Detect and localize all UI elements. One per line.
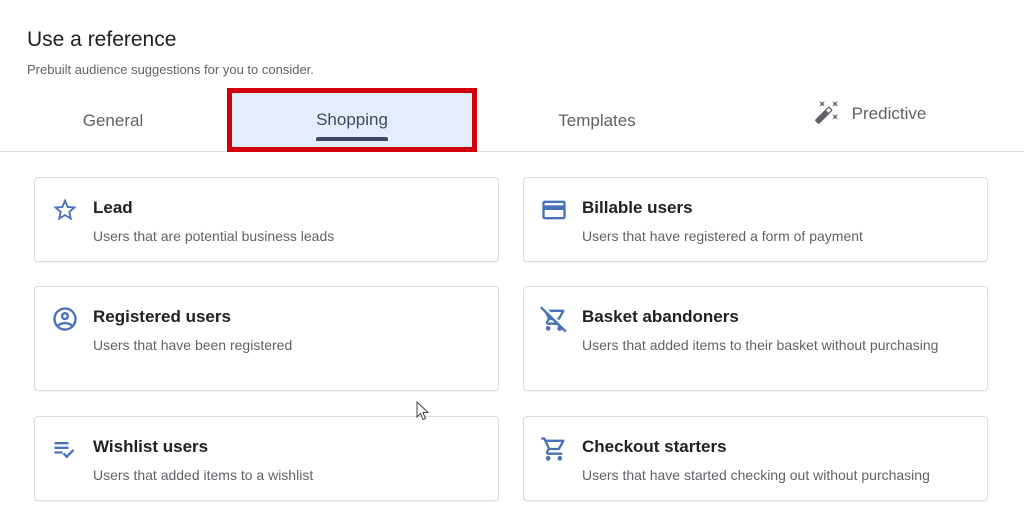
card-description: Users that added items to their basket w… <box>582 337 939 353</box>
tab-general[interactable]: General <box>40 89 186 153</box>
star-icon <box>51 196 79 224</box>
audience-card-registered-users[interactable]: Registered users Users that have been re… <box>34 286 499 391</box>
credit-card-icon <box>540 196 568 224</box>
card-description: Users that are potential business leads <box>93 228 335 244</box>
remove-shopping-cart-icon <box>540 305 568 333</box>
page-title: Use a reference <box>27 28 177 51</box>
magic-wand-icon <box>814 99 840 130</box>
audience-card-checkout-starters[interactable]: Checkout starters Users that have starte… <box>523 416 988 501</box>
playlist-check-icon <box>51 435 79 463</box>
tab-predictive[interactable]: Predictive <box>800 82 940 146</box>
mouse-cursor-icon <box>416 400 430 421</box>
card-title: Lead <box>93 198 133 217</box>
tab-general-label: General <box>82 111 144 130</box>
active-tab-indicator <box>316 137 388 141</box>
page-subtitle: Prebuilt audience suggestions for you to… <box>27 62 314 77</box>
card-description: Users that have been registered <box>93 337 293 353</box>
audience-card-billable-users[interactable]: Billable users Users that have registere… <box>523 177 988 262</box>
card-title: Wishlist users <box>93 437 209 456</box>
tab-shopping-label: Shopping <box>316 110 388 129</box>
audience-card-wishlist-users[interactable]: Wishlist users Users that added items to… <box>34 416 499 501</box>
audience-card-lead[interactable]: Lead Users that are potential business l… <box>34 177 499 262</box>
tab-shopping[interactable]: Shopping <box>227 88 477 152</box>
card-description: Users that have started checking out wit… <box>582 467 930 483</box>
tab-predictive-label: Predictive <box>851 104 927 123</box>
tab-bar: General Shopping Templates Predictive <box>0 88 1024 152</box>
shopping-cart-icon <box>540 435 568 463</box>
card-title: Billable users <box>582 198 693 217</box>
account-circle-icon <box>51 305 79 333</box>
card-description: Users that added items to a wishlist <box>93 467 314 483</box>
card-title: Basket abandoners <box>582 307 739 326</box>
card-title: Registered users <box>93 307 231 326</box>
use-reference-panel: Use a reference Prebuilt audience sugges… <box>0 0 1024 512</box>
card-description: Users that have registered a form of pay… <box>582 228 863 244</box>
card-title: Checkout starters <box>582 437 727 456</box>
tab-templates[interactable]: Templates <box>520 89 674 153</box>
tab-templates-label: Templates <box>558 111 636 130</box>
audience-card-basket-abandoners[interactable]: Basket abandoners Users that added items… <box>523 286 988 391</box>
